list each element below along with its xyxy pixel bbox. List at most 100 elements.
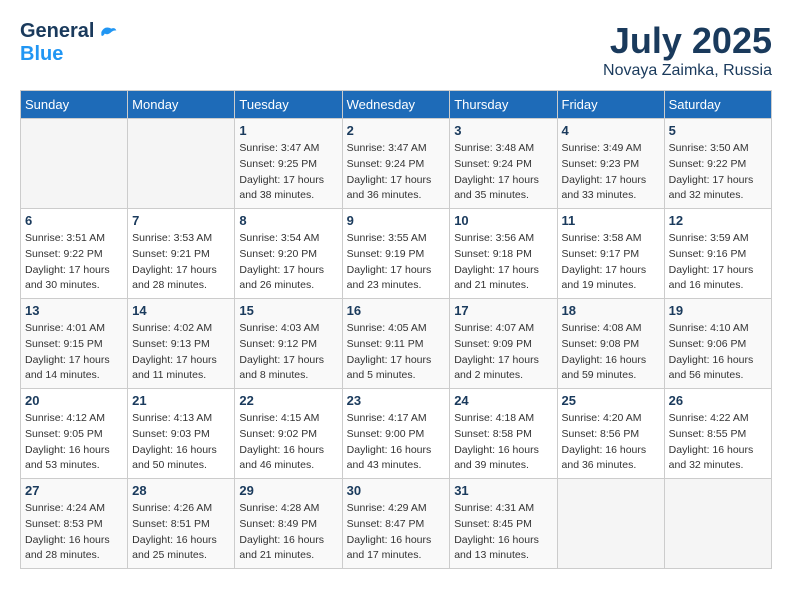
calendar-cell — [664, 479, 771, 569]
day-info: Sunrise: 3:59 AMSunset: 9:16 PMDaylight:… — [669, 231, 767, 294]
day-number: 24 — [454, 393, 552, 408]
day-info: Sunrise: 4:02 AMSunset: 9:13 PMDaylight:… — [132, 321, 230, 384]
day-info: Sunrise: 4:24 AMSunset: 8:53 PMDaylight:… — [25, 501, 123, 564]
day-number: 7 — [132, 213, 230, 228]
day-info: Sunrise: 4:29 AMSunset: 8:47 PMDaylight:… — [347, 501, 446, 564]
calendar-cell: 2 Sunrise: 3:47 AMSunset: 9:24 PMDaylight… — [342, 119, 450, 209]
calendar-cell — [21, 119, 128, 209]
header-thursday: Thursday — [450, 91, 557, 119]
calendar-cell: 29 Sunrise: 4:28 AMSunset: 8:49 PMDayligh… — [235, 479, 342, 569]
day-info: Sunrise: 3:49 AMSunset: 9:23 PMDaylight:… — [562, 141, 660, 204]
calendar-cell: 21Sunrise: 4:13 AMSunset: 9:03 PMDayligh… — [128, 389, 235, 479]
day-info: Sunrise: 4:28 AMSunset: 8:49 PMDaylight:… — [239, 501, 337, 564]
calendar-header-row: Sunday Monday Tuesday Wednesday Thursday… — [21, 91, 772, 119]
day-number: 31 — [454, 483, 552, 498]
day-number: 18 — [562, 303, 660, 318]
day-info: Sunrise: 4:13 AMSunset: 9:03 PMDaylight:… — [132, 411, 230, 474]
header-friday: Friday — [557, 91, 664, 119]
calendar-cell: 7 Sunrise: 3:53 AMSunset: 9:21 PMDaylight… — [128, 209, 235, 299]
day-info: Sunrise: 4:17 AMSunset: 9:00 PMDaylight:… — [347, 411, 446, 474]
calendar-cell: 3 Sunrise: 3:48 AMSunset: 9:24 PMDaylight… — [450, 119, 557, 209]
day-number: 22 — [239, 393, 337, 408]
calendar-cell: 5 Sunrise: 3:50 AMSunset: 9:22 PMDaylight… — [664, 119, 771, 209]
calendar-cell: 30 Sunrise: 4:29 AMSunset: 8:47 PMDayligh… — [342, 479, 450, 569]
header-tuesday: Tuesday — [235, 91, 342, 119]
calendar-cell: 31 Sunrise: 4:31 AMSunset: 8:45 PMDayligh… — [450, 479, 557, 569]
day-number: 12 — [669, 213, 767, 228]
calendar-cell: 27 Sunrise: 4:24 AMSunset: 8:53 PMDayligh… — [21, 479, 128, 569]
day-info: Sunrise: 4:10 AMSunset: 9:06 PMDaylight:… — [669, 321, 767, 384]
day-info: Sunrise: 4:01 AMSunset: 9:15 PMDaylight:… — [25, 321, 123, 384]
calendar-week-row: 6 Sunrise: 3:51 AMSunset: 9:22 PMDaylight… — [21, 209, 772, 299]
day-info: Sunrise: 3:50 AMSunset: 9:22 PMDaylight:… — [669, 141, 767, 204]
day-number: 19 — [669, 303, 767, 318]
calendar-cell: 18 Sunrise: 4:08 AMSunset: 9:08 PMDayligh… — [557, 299, 664, 389]
day-number: 5 — [669, 123, 767, 138]
calendar-cell: 28Sunrise: 4:26 AMSunset: 8:51 PMDayligh… — [128, 479, 235, 569]
calendar-cell: 17 Sunrise: 4:07 AMSunset: 9:09 PMDayligh… — [450, 299, 557, 389]
day-number: 17 — [454, 303, 552, 318]
calendar-week-row: 13 Sunrise: 4:01 AMSunset: 9:15 PMDayligh… — [21, 299, 772, 389]
calendar-cell: 10Sunrise: 3:56 AMSunset: 9:18 PMDayligh… — [450, 209, 557, 299]
logo-general: General — [20, 20, 94, 43]
day-info: Sunrise: 4:18 AMSunset: 8:58 PMDaylight:… — [454, 411, 552, 474]
calendar-cell: 22 Sunrise: 4:15 AMSunset: 9:02 PMDayligh… — [235, 389, 342, 479]
day-info: Sunrise: 4:20 AMSunset: 8:56 PMDaylight:… — [562, 411, 660, 474]
calendar-week-row: 20Sunrise: 4:12 AMSunset: 9:05 PMDayligh… — [21, 389, 772, 479]
day-number: 15 — [239, 303, 337, 318]
day-info: Sunrise: 4:31 AMSunset: 8:45 PMDaylight:… — [454, 501, 552, 564]
calendar-week-row: 1Sunrise: 3:47 AMSunset: 9:25 PMDaylight… — [21, 119, 772, 209]
calendar-cell: 23 Sunrise: 4:17 AMSunset: 9:00 PMDayligh… — [342, 389, 450, 479]
day-info: Sunrise: 4:15 AMSunset: 9:02 PMDaylight:… — [239, 411, 337, 474]
day-info: Sunrise: 3:51 AMSunset: 9:22 PMDaylight:… — [25, 231, 123, 294]
day-info: Sunrise: 4:03 AMSunset: 9:12 PMDaylight:… — [239, 321, 337, 384]
calendar-cell: 12 Sunrise: 3:59 AMSunset: 9:16 PMDayligh… — [664, 209, 771, 299]
calendar-week-row: 27 Sunrise: 4:24 AMSunset: 8:53 PMDayligh… — [21, 479, 772, 569]
logo-blue: Blue — [20, 43, 63, 66]
header-wednesday: Wednesday — [342, 91, 450, 119]
day-number: 9 — [347, 213, 446, 228]
calendar-cell: 14Sunrise: 4:02 AMSunset: 9:13 PMDayligh… — [128, 299, 235, 389]
header-monday: Monday — [128, 91, 235, 119]
calendar-cell: 16 Sunrise: 4:05 AMSunset: 9:11 PMDayligh… — [342, 299, 450, 389]
day-info: Sunrise: 4:12 AMSunset: 9:05 PMDaylight:… — [25, 411, 123, 474]
calendar-cell: 20Sunrise: 4:12 AMSunset: 9:05 PMDayligh… — [21, 389, 128, 479]
day-number: 3 — [454, 123, 552, 138]
day-number: 16 — [347, 303, 446, 318]
day-number: 11 — [562, 213, 660, 228]
calendar-table: Sunday Monday Tuesday Wednesday Thursday… — [20, 90, 772, 569]
day-info: Sunrise: 4:26 AMSunset: 8:51 PMDaylight:… — [132, 501, 230, 564]
title-block: July 2025 Novaya Zaimka, Russia — [603, 20, 772, 80]
day-info: Sunrise: 4:08 AMSunset: 9:08 PMDaylight:… — [562, 321, 660, 384]
calendar-cell: 9 Sunrise: 3:55 AMSunset: 9:19 PMDaylight… — [342, 209, 450, 299]
day-info: Sunrise: 3:47 AMSunset: 9:24 PMDaylight:… — [347, 141, 446, 204]
day-number: 27 — [25, 483, 123, 498]
day-number: 6 — [25, 213, 123, 228]
calendar-cell: 1Sunrise: 3:47 AMSunset: 9:25 PMDaylight… — [235, 119, 342, 209]
calendar-cell — [128, 119, 235, 209]
day-number: 29 — [239, 483, 337, 498]
day-info: Sunrise: 3:48 AMSunset: 9:24 PMDaylight:… — [454, 141, 552, 204]
day-number: 25 — [562, 393, 660, 408]
day-number: 10 — [454, 213, 552, 228]
day-number: 4 — [562, 123, 660, 138]
day-number: 1 — [239, 123, 337, 138]
calendar-cell: 26Sunrise: 4:22 AMSunset: 8:55 PMDayligh… — [664, 389, 771, 479]
location-subtitle: Novaya Zaimka, Russia — [603, 62, 772, 80]
day-info: Sunrise: 3:55 AMSunset: 9:19 PMDaylight:… — [347, 231, 446, 294]
day-number: 13 — [25, 303, 123, 318]
calendar-cell: 25 Sunrise: 4:20 AMSunset: 8:56 PMDayligh… — [557, 389, 664, 479]
day-info: Sunrise: 3:53 AMSunset: 9:21 PMDaylight:… — [132, 231, 230, 294]
header-sunday: Sunday — [21, 91, 128, 119]
day-number: 30 — [347, 483, 446, 498]
day-info: Sunrise: 3:58 AMSunset: 9:17 PMDaylight:… — [562, 231, 660, 294]
header-saturday: Saturday — [664, 91, 771, 119]
day-number: 23 — [347, 393, 446, 408]
day-info: Sunrise: 4:05 AMSunset: 9:11 PMDaylight:… — [347, 321, 446, 384]
day-info: Sunrise: 4:07 AMSunset: 9:09 PMDaylight:… — [454, 321, 552, 384]
day-number: 2 — [347, 123, 446, 138]
calendar-cell — [557, 479, 664, 569]
calendar-cell: 6 Sunrise: 3:51 AMSunset: 9:22 PMDaylight… — [21, 209, 128, 299]
calendar-cell: 8Sunrise: 3:54 AMSunset: 9:20 PMDaylight… — [235, 209, 342, 299]
day-number: 26 — [669, 393, 767, 408]
